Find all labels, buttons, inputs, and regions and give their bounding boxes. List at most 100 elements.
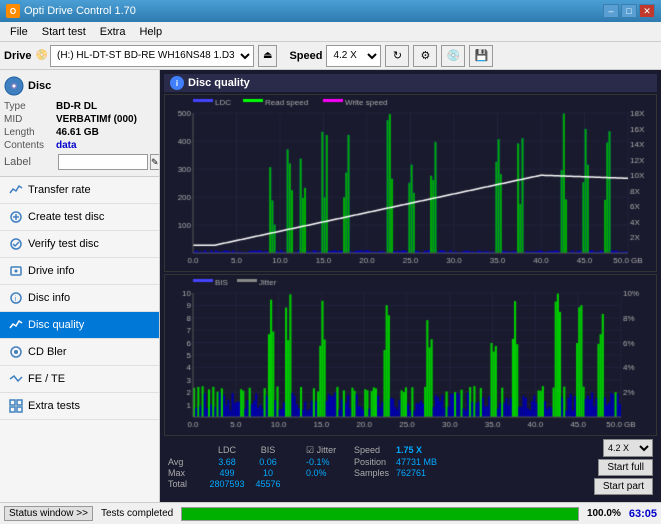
col-jitter-check: ☑ Jitter xyxy=(306,445,352,456)
total-label: Total xyxy=(168,479,204,489)
samples-label: Samples xyxy=(354,468,394,478)
total-ldc: 2807593 xyxy=(206,479,248,489)
max-ldc: 499 xyxy=(206,468,248,478)
nav-drive-info-label: Drive info xyxy=(28,265,74,277)
nav-create-test-disc[interactable]: Create test disc xyxy=(0,204,159,231)
disc-info-icon: i xyxy=(8,290,24,306)
main-area: Disc Type BD-R DL MID VERBATIMf (000) Le… xyxy=(0,70,661,502)
label-edit-button[interactable]: ✎ xyxy=(150,154,160,170)
position-value: 47731 MB xyxy=(396,457,437,467)
avg-ldc: 3.68 xyxy=(206,457,248,467)
label-key: Label xyxy=(4,156,56,168)
type-val: BD-R DL xyxy=(56,101,97,112)
menu-help[interactable]: Help xyxy=(133,24,168,40)
app-icon: O xyxy=(6,4,20,18)
speed-label: Speed xyxy=(289,50,322,62)
nav-verify-test-disc-label: Verify test disc xyxy=(28,238,99,250)
nav-extra-tests-label: Extra tests xyxy=(28,400,80,412)
total-bis: 45576 xyxy=(250,479,286,489)
nav-disc-quality[interactable]: Disc quality xyxy=(0,312,159,339)
content-area: i Disc quality LDC BIS xyxy=(160,70,661,502)
avg-label: Avg xyxy=(168,457,204,467)
label-input[interactable] xyxy=(58,154,148,170)
menu-start-test[interactable]: Start test xyxy=(36,24,92,40)
menu-file[interactable]: File xyxy=(4,24,34,40)
disc-quality-header: i Disc quality xyxy=(164,74,657,92)
progress-percent: 100.0% xyxy=(587,508,621,519)
fe-te-icon xyxy=(8,371,24,387)
nav-disc-info[interactable]: i Disc info xyxy=(0,285,159,312)
speed-label-stat: Speed xyxy=(354,445,394,456)
menu-extra[interactable]: Extra xyxy=(94,24,132,40)
drive-info-icon xyxy=(8,263,24,279)
nav-cd-bler[interactable]: CD Bler xyxy=(0,339,159,366)
stats-bar: LDC BIS ☑ Jitter Speed 1.75 X Avg 3.68 0… xyxy=(164,436,657,498)
samples-value: 762761 xyxy=(396,468,426,478)
nav-extra-tests[interactable]: Extra tests xyxy=(0,393,159,420)
drive-select[interactable]: (H:) HL-DT-ST BD-RE WH16NS48 1.D3 xyxy=(50,45,254,67)
nav-transfer-rate-label: Transfer rate xyxy=(28,184,91,196)
svg-text:i: i xyxy=(15,296,17,303)
disc-button[interactable]: 💿 xyxy=(441,45,465,67)
nav-drive-info[interactable]: Drive info xyxy=(0,258,159,285)
nav-items: Transfer rate Create test disc Verify te… xyxy=(0,177,159,502)
status-text: Tests completed xyxy=(101,508,173,519)
nav-fe-te-label: FE / TE xyxy=(28,373,65,385)
disc-section: Disc Type BD-R DL MID VERBATIMf (000) Le… xyxy=(0,70,159,177)
verify-disc-icon xyxy=(8,236,24,252)
progress-bar xyxy=(181,507,579,521)
create-disc-icon xyxy=(8,209,24,225)
settings-button[interactable]: ⚙ xyxy=(413,45,437,67)
nav-fe-te[interactable]: FE / TE xyxy=(0,366,159,393)
drive-toolbar: Drive 📀 (H:) HL-DT-ST BD-RE WH16NS48 1.D… xyxy=(0,42,661,70)
extra-tests-icon xyxy=(8,398,24,414)
length-val: 46.61 GB xyxy=(56,127,99,138)
mid-val: VERBATIMf (000) xyxy=(56,114,137,125)
cd-bler-icon xyxy=(8,344,24,360)
nav-disc-info-label: Disc info xyxy=(28,292,70,304)
titlebar: O Opti Drive Control 1.70 – □ ✕ xyxy=(0,0,661,22)
bottom-chart xyxy=(164,274,657,436)
position-label: Position xyxy=(354,457,394,467)
statusbar: Status window >> Tests completed 100.0% … xyxy=(0,502,661,524)
disc-section-title: Disc xyxy=(28,80,51,92)
length-key: Length xyxy=(4,127,56,138)
status-window-button[interactable]: Status window >> xyxy=(4,506,93,521)
disc-icon xyxy=(4,76,24,96)
contents-key: Contents xyxy=(4,140,56,151)
contents-val: data xyxy=(56,140,77,151)
drive-label: Drive xyxy=(4,50,32,62)
avg-bis: 0.06 xyxy=(250,457,286,467)
nav-verify-test-disc[interactable]: Verify test disc xyxy=(0,231,159,258)
col-ldc-header: LDC xyxy=(206,445,248,456)
max-jitter: 0.0% xyxy=(306,468,352,478)
chart-area xyxy=(164,94,657,436)
menubar: File Start test Extra Help xyxy=(0,22,661,42)
start-part-button[interactable]: Start part xyxy=(594,478,653,495)
col-bis-header: BIS xyxy=(250,445,286,456)
disc-quality-icon xyxy=(8,317,24,333)
nav-cd-bler-label: CD Bler xyxy=(28,346,67,358)
top-chart xyxy=(164,94,657,272)
disc-quality-icon-header: i xyxy=(170,76,184,90)
max-label: Max xyxy=(168,468,204,478)
nav-disc-quality-label: Disc quality xyxy=(28,319,84,331)
sidebar: Disc Type BD-R DL MID VERBATIMf (000) Le… xyxy=(0,70,160,502)
maximize-button[interactable]: □ xyxy=(621,4,637,18)
titlebar-left: O Opti Drive Control 1.70 xyxy=(6,4,136,18)
close-button[interactable]: ✕ xyxy=(639,4,655,18)
start-full-button[interactable]: Start full xyxy=(598,459,653,476)
window-controls[interactable]: – □ ✕ xyxy=(603,4,655,18)
minimize-button[interactable]: – xyxy=(603,4,619,18)
nav-transfer-rate[interactable]: Transfer rate xyxy=(0,177,159,204)
progress-fill xyxy=(182,508,578,520)
eject-button[interactable]: ⏏ xyxy=(258,45,277,67)
nav-create-test-disc-label: Create test disc xyxy=(28,211,104,223)
type-key: Type xyxy=(4,101,56,112)
refresh-button[interactable]: ↻ xyxy=(385,45,409,67)
speed-select[interactable]: 4.2 X xyxy=(326,45,381,67)
avg-jitter: -0.1% xyxy=(306,457,352,467)
disc-quality-title: Disc quality xyxy=(188,77,250,89)
start-speed-select[interactable]: 4.2 X xyxy=(603,439,653,457)
save-button[interactable]: 💾 xyxy=(469,45,493,67)
